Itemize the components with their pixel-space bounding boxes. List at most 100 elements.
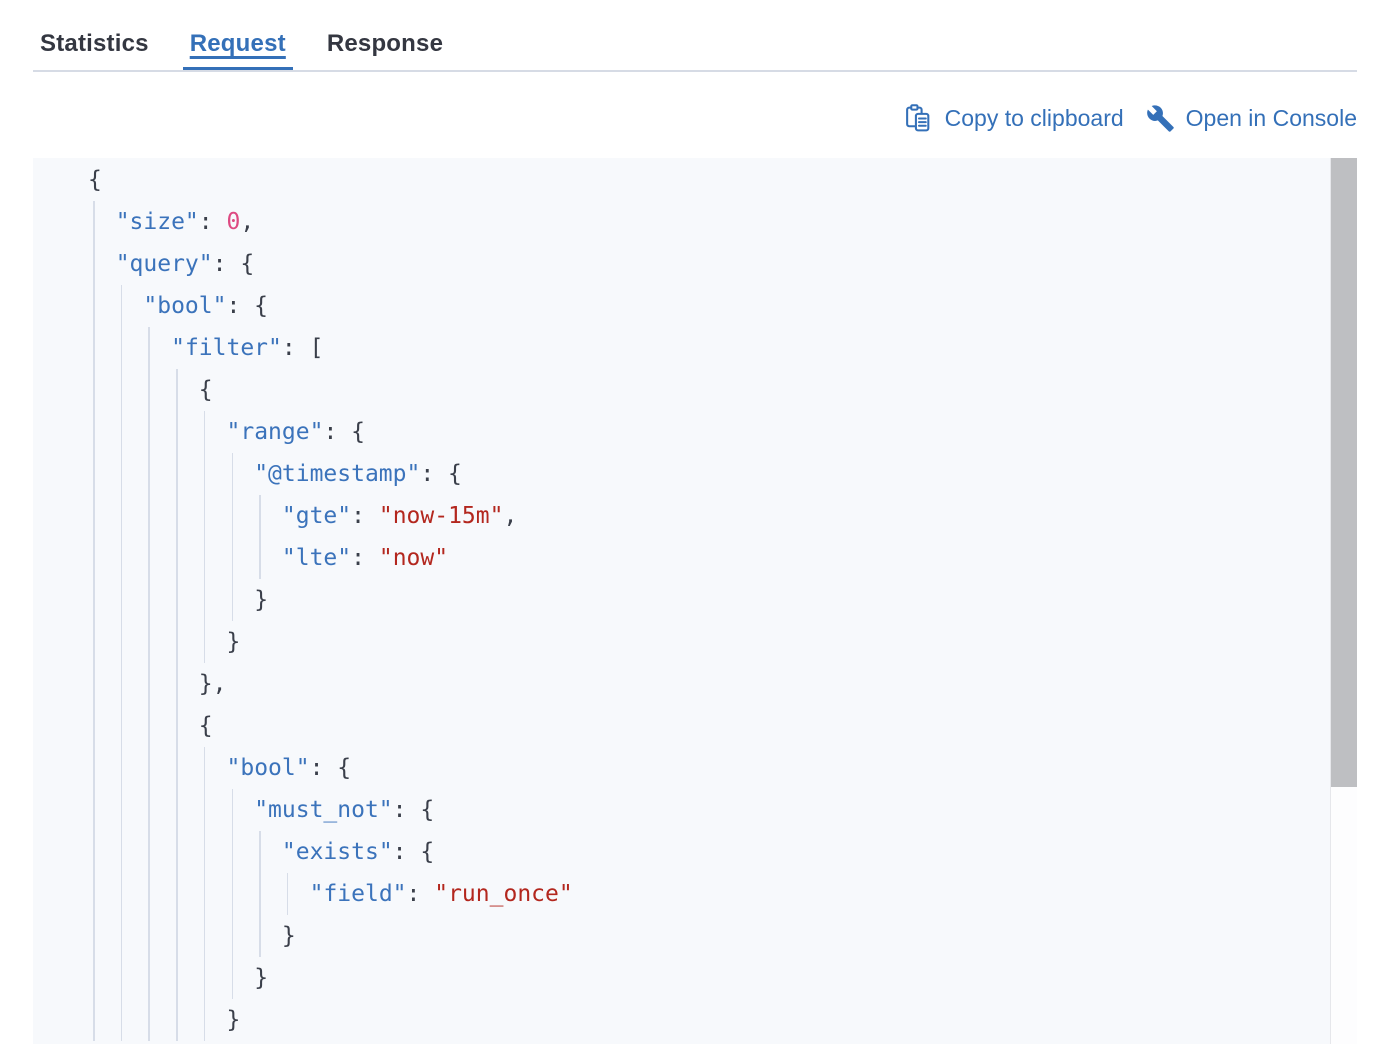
tab-request[interactable]: Request <box>190 0 286 72</box>
code-line: "range": { <box>33 411 1317 453</box>
vertical-scrollbar[interactable] <box>1330 158 1357 1044</box>
indent-guide <box>121 495 123 537</box>
indent-guide <box>232 789 234 831</box>
code-line: } <box>33 999 1317 1041</box>
indent-guide <box>93 999 95 1041</box>
indent-guide <box>176 705 178 747</box>
code-line: "query": { <box>33 243 1317 285</box>
indent-guide <box>232 579 234 621</box>
indent-guide <box>259 495 261 537</box>
code-line: } <box>33 579 1317 621</box>
code-line: "size": 0, <box>33 201 1317 243</box>
indent-guide <box>148 789 150 831</box>
indent-guide <box>121 369 123 411</box>
indent-guide <box>232 915 234 957</box>
indent-guide <box>176 915 178 957</box>
tab-response[interactable]: Response <box>327 0 443 72</box>
inspector-tabs-bar: Statistics Request Response <box>0 0 1384 72</box>
code-line: { <box>33 159 1317 201</box>
indent-guide <box>121 537 123 579</box>
indent-guide <box>93 831 95 873</box>
request-code-panel[interactable]: {"size": 0,"query": {"bool": {"filter": … <box>33 158 1357 1044</box>
indent-guide <box>148 831 150 873</box>
copy-to-clipboard-button[interactable]: Copy to clipboard <box>903 103 1124 134</box>
indent-guide <box>259 537 261 579</box>
indent-guide <box>148 537 150 579</box>
indent-guide <box>121 789 123 831</box>
indent-guide <box>121 957 123 999</box>
indent-guide <box>93 537 95 579</box>
scrollbar-thumb[interactable] <box>1331 158 1357 787</box>
open-in-console-button[interactable]: Open in Console <box>1146 104 1357 133</box>
indent-guide <box>148 999 150 1041</box>
indent-guide <box>232 537 234 579</box>
indent-guide <box>232 495 234 537</box>
indent-guide <box>148 327 150 369</box>
indent-guide <box>176 621 178 663</box>
indent-guide <box>259 831 261 873</box>
indent-guide <box>93 789 95 831</box>
copy-to-clipboard-label: Copy to clipboard <box>945 105 1124 132</box>
indent-guide <box>176 999 178 1041</box>
tabs: Statistics Request Response <box>40 0 443 72</box>
indent-guide <box>93 663 95 705</box>
indent-guide <box>204 873 206 915</box>
code-line: "filter": [ <box>33 327 1317 369</box>
indent-guide <box>204 915 206 957</box>
indent-guide <box>93 453 95 495</box>
indent-guide <box>148 411 150 453</box>
indent-guide <box>121 621 123 663</box>
indent-guide <box>93 369 95 411</box>
indent-guide <box>176 537 178 579</box>
indent-guide <box>204 537 206 579</box>
wrench-icon <box>1146 104 1175 133</box>
indent-guide <box>93 327 95 369</box>
indent-guide <box>176 747 178 789</box>
indent-guide <box>93 579 95 621</box>
indent-guide <box>93 243 95 285</box>
tabs-divider <box>33 70 1357 72</box>
indent-guide <box>204 747 206 789</box>
indent-guide <box>148 873 150 915</box>
code-line: } <box>33 621 1317 663</box>
indent-guide <box>204 411 206 453</box>
indent-guide <box>176 579 178 621</box>
indent-guide <box>93 411 95 453</box>
indent-guide <box>93 957 95 999</box>
tab-statistics[interactable]: Statistics <box>40 0 149 72</box>
indent-guide <box>176 663 178 705</box>
indent-guide <box>121 705 123 747</box>
code-line: "bool": { <box>33 747 1317 789</box>
indent-guide <box>121 999 123 1041</box>
open-in-console-label: Open in Console <box>1186 105 1357 132</box>
indent-guide <box>121 915 123 957</box>
indent-guide <box>148 369 150 411</box>
indent-guide <box>204 453 206 495</box>
code-line: } <box>33 957 1317 999</box>
indent-guide <box>176 495 178 537</box>
indent-guide <box>176 789 178 831</box>
indent-guide <box>204 495 206 537</box>
indent-guide <box>148 495 150 537</box>
indent-guide <box>93 915 95 957</box>
code-line: "bool": { <box>33 285 1317 327</box>
indent-guide <box>93 873 95 915</box>
indent-guide <box>204 579 206 621</box>
code-line: "exists": { <box>33 831 1317 873</box>
indent-guide <box>121 453 123 495</box>
indent-guide <box>204 621 206 663</box>
indent-guide <box>176 411 178 453</box>
code-line: { <box>33 705 1317 747</box>
code-line: "must_not": { <box>33 789 1317 831</box>
copy-clipboard-icon <box>903 103 934 134</box>
code-line: "@timestamp": { <box>33 453 1317 495</box>
indent-guide <box>93 747 95 789</box>
indent-guide <box>232 957 234 999</box>
indent-guide <box>176 831 178 873</box>
code-line: "lte": "now" <box>33 537 1317 579</box>
indent-guide <box>121 579 123 621</box>
indent-guide <box>232 453 234 495</box>
indent-guide <box>93 705 95 747</box>
indent-guide <box>148 915 150 957</box>
code-content: {"size": 0,"query": {"bool": {"filter": … <box>33 158 1357 1041</box>
